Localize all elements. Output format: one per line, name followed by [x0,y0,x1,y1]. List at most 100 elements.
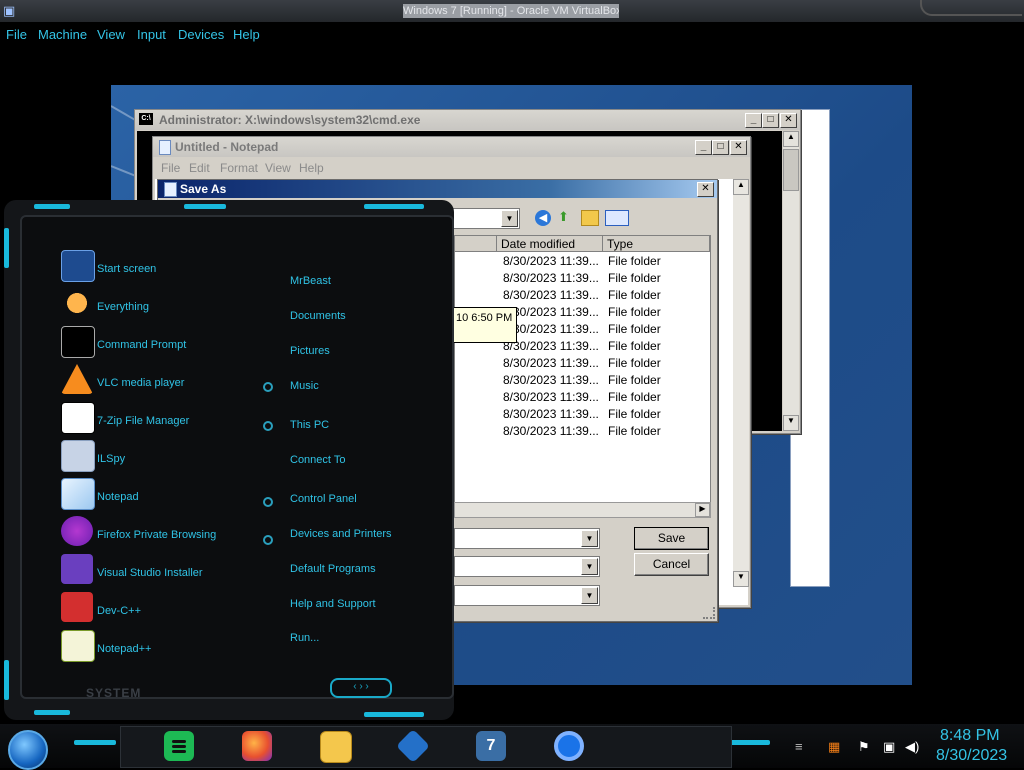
start-menu-item[interactable]: Start screen [97,263,156,275]
start-menu-place[interactable]: This PC [290,419,329,431]
start-menu-place[interactable]: Devices and Printers [290,528,392,540]
show-hidden-icons-icon[interactable]: ≡ [795,739,803,754]
minimize-button[interactable]: _ [745,113,762,128]
column-header-date[interactable]: Date modified [497,236,603,252]
table-row[interactable]: 8/30/2023 11:39... File folder [455,355,710,372]
start-menu[interactable]: SYSTEM ‹ › › Start screen Everything Comma… [4,200,454,720]
start-menu-item[interactable]: Command Prompt [97,339,186,351]
table-row[interactable]: 8/30/2023 11:39... File folder [455,406,710,423]
file-name-input[interactable]: ▼ [454,528,600,549]
notepad-menu-file[interactable]: File [161,161,180,175]
back-icon[interactable]: ◀ [535,210,551,226]
view-menu-icon[interactable] [605,210,629,226]
chevron-down-icon[interactable]: ▼ [581,587,598,604]
firefox-private-icon [61,516,93,546]
start-menu-item[interactable]: Notepad [97,491,139,503]
notepad-menu-help[interactable]: Help [299,161,324,175]
close-button[interactable]: ✕ [730,140,747,155]
type-cell: File folder [608,288,661,302]
type-cell: File folder [608,390,661,404]
notepad-menu-view[interactable]: View [265,161,291,175]
close-button[interactable]: ✕ [697,182,714,197]
resize-grip[interactable] [703,607,715,619]
notepad-menu-format[interactable]: Format [220,161,258,175]
save-as-icon [164,182,177,197]
start-menu-item[interactable]: ILSpy [97,453,125,465]
minimize-button[interactable]: _ [695,140,712,155]
cmd-scrollbar[interactable]: ▲ ▼ [783,131,799,431]
chevron-down-icon[interactable]: ▼ [501,210,518,227]
table-row[interactable]: 8/30/2023 11:39... File folder [455,270,710,287]
table-row[interactable]: 8/30/2023 11:39... File folder [455,423,710,440]
start-menu-place[interactable]: Pictures [290,345,330,357]
start-menu-accent [184,204,226,209]
start-menu-accent [4,228,9,268]
close-button[interactable]: ✕ [780,113,797,128]
host-menu-help[interactable]: Help [233,27,260,42]
clock-date[interactable]: 8/30/2023 [936,747,1007,765]
chevron-down-icon[interactable]: ▼ [581,530,598,547]
type-cell: File folder [608,424,661,438]
host-window-title: Windows 7 [Running] - Oracle VM VirtualB… [403,4,619,18]
start-menu-item[interactable]: 7-Zip File Manager [97,415,189,427]
host-menu-machine[interactable]: Machine [38,27,87,42]
host-menu-devices[interactable]: Devices [178,27,224,42]
table-row[interactable]: 8/30/2023 11:39... File folder [455,389,710,406]
chevron-down-icon[interactable]: ▼ [581,558,598,575]
encoding-select[interactable]: ▼ [454,585,600,606]
start-menu-item[interactable]: Visual Studio Installer [97,567,203,579]
start-menu-place[interactable]: Documents [290,310,346,322]
clock-time[interactable]: 8:48 PM [940,727,1000,745]
file-explorer-icon[interactable] [320,731,352,763]
save-as-titlebar[interactable]: Save As ✕ [158,180,717,198]
start-menu-place[interactable]: Help and Support [290,598,376,610]
save-in-combo[interactable]: ▼ [448,208,520,229]
start-menu-place[interactable]: Run... [290,632,319,644]
7zip-64-icon[interactable]: 7 [476,731,506,761]
notepad-titlebar[interactable]: Untitled - Notepad _ □ ✕ [153,137,750,157]
network-icon[interactable]: ▣ [883,739,895,755]
start-menu-item[interactable]: Dev-C++ [97,605,141,617]
host-menu-input[interactable]: Input [137,27,166,42]
start-menu-place[interactable]: Connect To [290,454,345,466]
notepadpp-icon [61,630,95,662]
up-folder-icon[interactable]: ⬆ [558,209,574,225]
notepad-scrollbar[interactable]: ▲ ▼ [733,179,749,587]
start-menu-place[interactable]: Default Programs [290,563,376,575]
host-menu-view[interactable]: View [97,27,125,42]
cancel-button[interactable]: Cancel [634,553,709,576]
taskbar-accent [730,740,770,745]
column-header-type[interactable]: Type [603,236,710,252]
file-list[interactable]: Date modified Type 8/30/2023 11:39... Fil… [454,235,711,507]
file-list-hscroll[interactable]: ▶ [454,502,711,518]
chrome-icon[interactable] [554,731,584,761]
start-menu-place[interactable]: Music [290,380,319,392]
start-menu-nav-arrows[interactable]: ‹ › › [330,678,392,698]
start-menu-item[interactable]: Firefox Private Browsing [97,529,216,541]
start-menu-item[interactable]: Everything [97,301,149,313]
save-button[interactable]: Save [634,527,709,550]
maximize-button[interactable]: □ [712,140,729,155]
table-row[interactable]: 8/30/2023 11:39... File folder [455,253,710,270]
host-menu-file[interactable]: File [6,27,27,42]
start-menu-item[interactable]: Notepad++ [97,643,151,655]
start-orb-icon[interactable] [8,730,48,770]
cmd-titlebar[interactable]: C:\ Administrator: X:\windows\system32\c… [135,110,800,130]
start-menu-place[interactable]: MrBeast [290,275,331,287]
action-center-flag-icon[interactable]: ⚑ [858,739,870,755]
start-menu-place[interactable]: Control Panel [290,493,357,505]
start-menu-item[interactable]: VLC media player [97,377,184,389]
date-modified-cell: 8/30/2023 11:39... [503,322,599,336]
notepad-menu-edit[interactable]: Edit [189,161,210,175]
firefox-icon[interactable] [242,731,272,761]
maximize-button[interactable]: □ [762,113,779,128]
save-as-type-select[interactable]: ▼ [454,556,600,577]
volume-icon[interactable]: ◀) [905,739,919,755]
type-cell: File folder [608,339,661,353]
table-row[interactable]: 8/30/2023 11:39... File folder [455,372,710,389]
tray-app-icon[interactable]: ▦ [828,739,840,755]
column-header-name[interactable] [455,236,497,252]
taskbar-app-icon[interactable] [164,731,194,761]
table-row[interactable]: 8/30/2023 11:39... File folder [455,287,710,304]
new-folder-icon[interactable] [581,210,599,226]
